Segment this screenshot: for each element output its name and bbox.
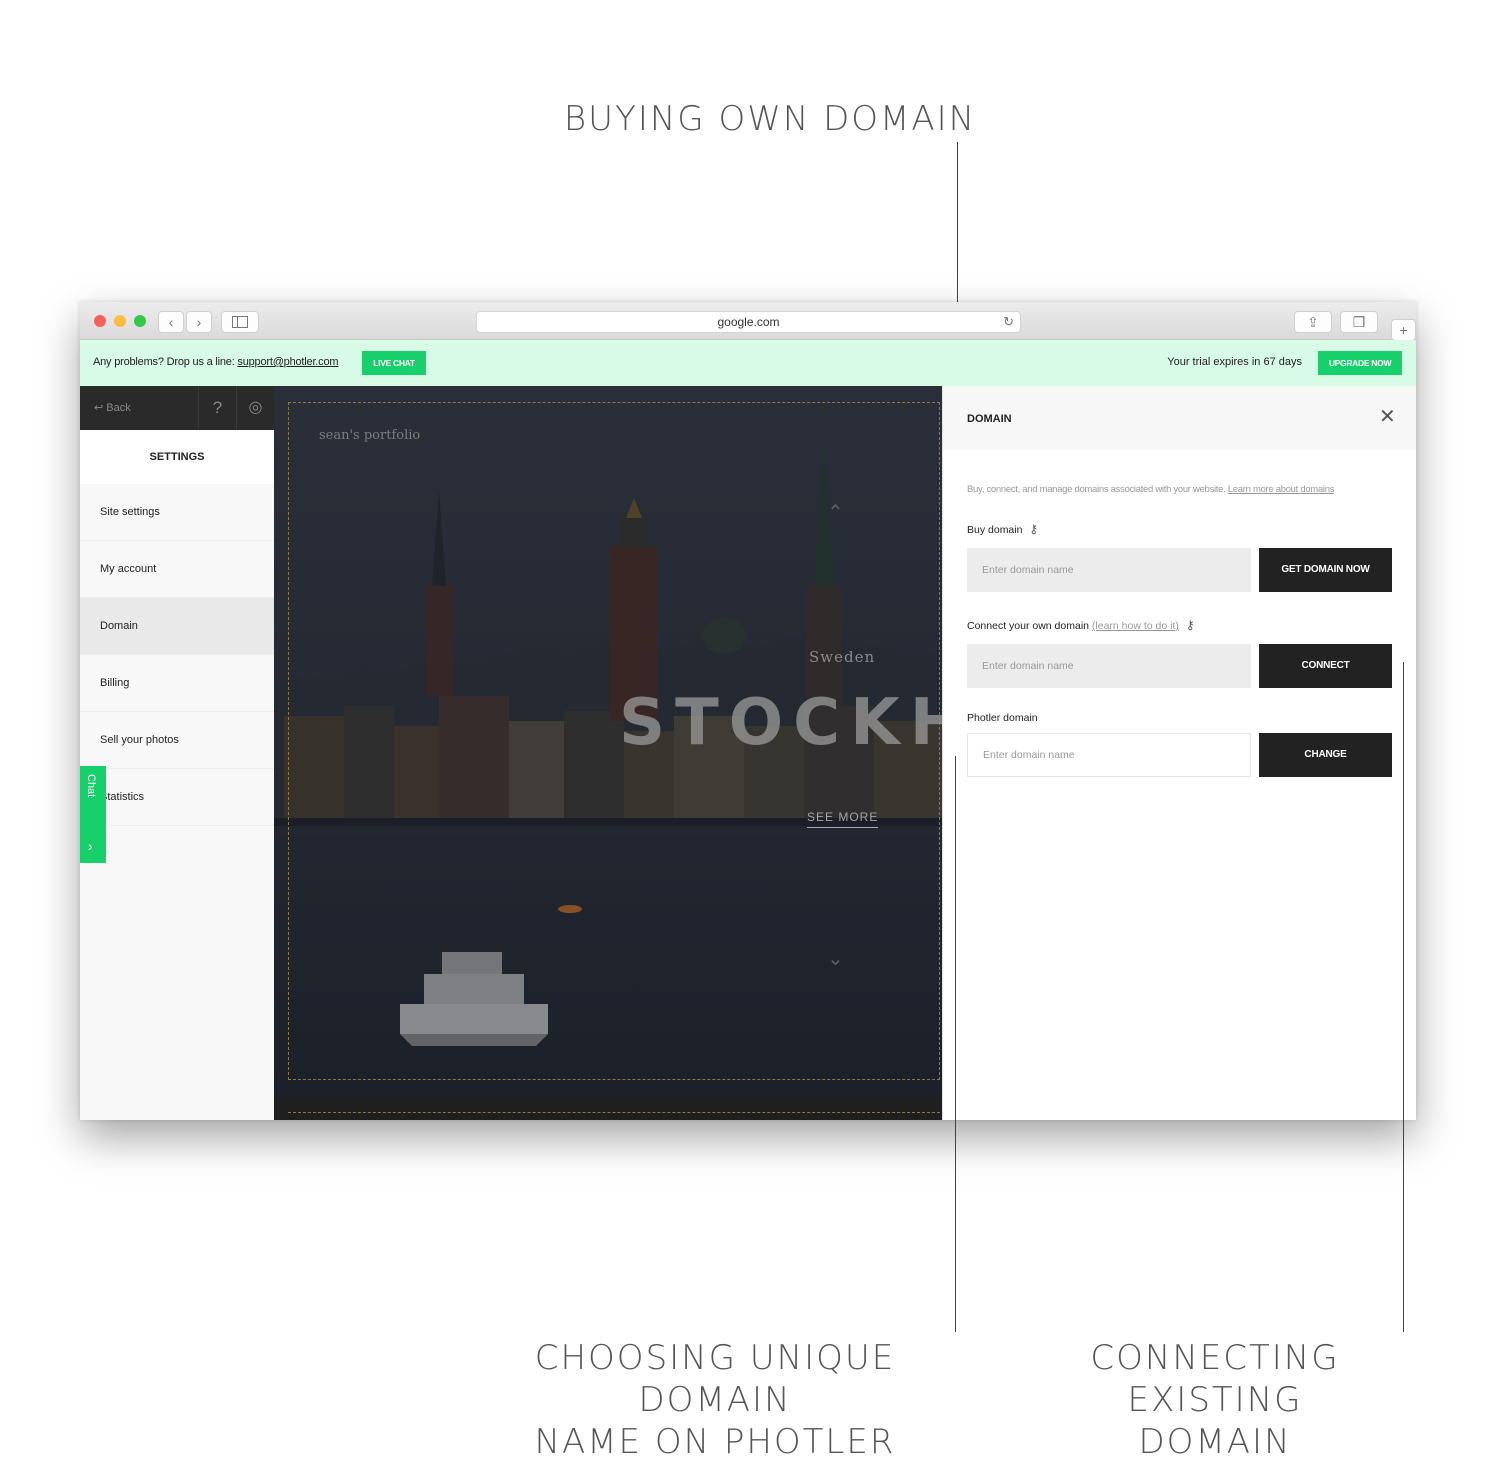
connect-button[interactable]: CONNECT: [1259, 644, 1392, 688]
new-tab-icon[interactable]: +: [1391, 319, 1416, 341]
portfolio-name: sean's portfolio: [319, 428, 421, 443]
chat-tab[interactable]: Chat ›: [80, 766, 106, 863]
chevron-right-icon: ›: [88, 838, 93, 854]
callout-connecting-line2: DOMAIN: [1138, 1422, 1292, 1462]
sidebar-item-my-account[interactable]: My account: [80, 541, 274, 598]
website-preview: sean's portfolio Sweden STOCKHOLM SEE MO…: [274, 386, 942, 1120]
callout-connecting-domain: CONNECTING EXISTING DOMAIN: [1005, 1337, 1425, 1463]
callout-buying-domain: BUYING OWN DOMAIN: [563, 99, 977, 139]
back-label: Back: [106, 402, 131, 414]
reload-icon[interactable]: ↻: [1003, 312, 1014, 332]
support-email-link[interactable]: support@photler.com: [237, 356, 338, 368]
address-bar-url: google.com: [717, 315, 780, 329]
trial-expiry-text: Your trial expires in 67 days: [1167, 356, 1302, 368]
photler-domain-label: Photler domain: [967, 712, 1038, 724]
domain-panel: DOMAIN ✕ Buy, connect, and manage domain…: [942, 386, 1416, 1120]
browser-window: ‹ › google.com ↻ ⇪ ❐ + Any problems? Dro…: [80, 302, 1416, 1120]
buy-domain-label-text: Buy domain: [967, 524, 1023, 536]
browser-titlebar: ‹ › google.com ↻ ⇪ ❐ +: [80, 302, 1416, 341]
domain-description-text: Buy, connect, and manage domains associa…: [967, 484, 1226, 495]
trial-banner: Any problems? Drop us a line: support@ph…: [80, 340, 1416, 386]
callout-line-connecting: [1403, 662, 1404, 1332]
back-button[interactable]: ↩ Back: [94, 401, 131, 414]
next-section-outline: [288, 1112, 940, 1113]
help-icon[interactable]: ?: [198, 386, 236, 430]
domain-panel-title: DOMAIN: [967, 413, 1012, 425]
connect-domain-input[interactable]: [967, 644, 1251, 688]
sidebar-item-billing[interactable]: Billing: [80, 655, 274, 712]
learn-more-link[interactable]: Learn more about domains: [1228, 484, 1335, 495]
chevron-up-icon[interactable]: ⌃: [827, 500, 844, 525]
support-text: Any problems? Drop us a line:: [93, 356, 235, 368]
sidebar-item-sell-photos[interactable]: Sell your photos: [80, 712, 274, 769]
get-domain-now-button[interactable]: GET DOMAIN NOW: [1259, 548, 1392, 592]
sidebar-item-statistics[interactable]: Statistics: [80, 769, 274, 826]
buy-domain-input[interactable]: [967, 548, 1251, 592]
tabs-icon[interactable]: ❐: [1340, 311, 1378, 333]
connect-domain-label: Connect your own domain (learn how to do…: [967, 618, 1195, 632]
callout-connecting-line1: CONNECTING EXISTING: [1090, 1338, 1340, 1420]
sidebar-toggle-icon[interactable]: [221, 311, 259, 333]
back-arrow-icon[interactable]: ‹: [158, 311, 184, 333]
city-title: STOCKHOLM: [619, 686, 942, 760]
buy-domain-label: Buy domain ⚷: [967, 522, 1038, 536]
callout-choosing-line1: CHOOSING UNIQUE DOMAIN: [534, 1338, 896, 1420]
live-chat-button[interactable]: LIVE CHAT: [362, 351, 426, 375]
maximize-window-button[interactable]: [134, 315, 146, 327]
chat-tab-label: Chat: [85, 774, 97, 798]
sidebar-item-site-settings[interactable]: Site settings: [80, 484, 274, 541]
callout-choosing-line2: NAME ON PHOTLER: [534, 1422, 896, 1462]
key-icon: ⚷: [1029, 522, 1039, 536]
share-icon[interactable]: ⇪: [1294, 311, 1332, 333]
chevron-down-icon[interactable]: ⌄: [827, 946, 844, 971]
close-icon[interactable]: ✕: [1379, 404, 1396, 429]
country-label: Sweden: [809, 648, 876, 666]
connect-domain-label-text: Connect your own domain: [967, 620, 1089, 632]
see-more-link[interactable]: SEE MORE: [807, 810, 879, 828]
next-section-strip: [274, 1096, 942, 1120]
support-message: Any problems? Drop us a line: support@ph…: [93, 356, 339, 368]
callout-choosing-domain: CHOOSING UNIQUE DOMAIN NAME ON PHOTLER: [455, 1337, 975, 1463]
key-icon: ⚷: [1185, 618, 1195, 632]
globe-icon[interactable]: ◎: [236, 386, 274, 430]
close-window-button[interactable]: [94, 315, 106, 327]
back-arrow-icon: ↩: [94, 402, 104, 414]
minimize-window-button[interactable]: [114, 315, 126, 327]
learn-how-link[interactable]: (learn how to do it): [1092, 620, 1179, 632]
photler-domain-input[interactable]: [967, 733, 1251, 777]
domain-description: Buy, connect, and manage domains associa…: [967, 484, 1334, 495]
forward-arrow-icon[interactable]: ›: [186, 311, 212, 333]
address-bar[interactable]: google.com ↻: [476, 311, 1021, 333]
settings-heading: SETTINGS: [80, 430, 274, 484]
sidebar-toolbar: ↩ Back ? ◎: [80, 386, 274, 430]
callout-line-choosing: [955, 756, 956, 1332]
upgrade-now-button[interactable]: UPGRADE NOW: [1318, 351, 1402, 375]
change-button[interactable]: CHANGE: [1259, 733, 1392, 777]
domain-panel-header: DOMAIN ✕: [943, 386, 1416, 450]
settings-sidebar: ↩ Back ? ◎ SETTINGS Site settings My acc…: [80, 386, 274, 1120]
sidebar-item-domain[interactable]: Domain: [80, 598, 274, 655]
